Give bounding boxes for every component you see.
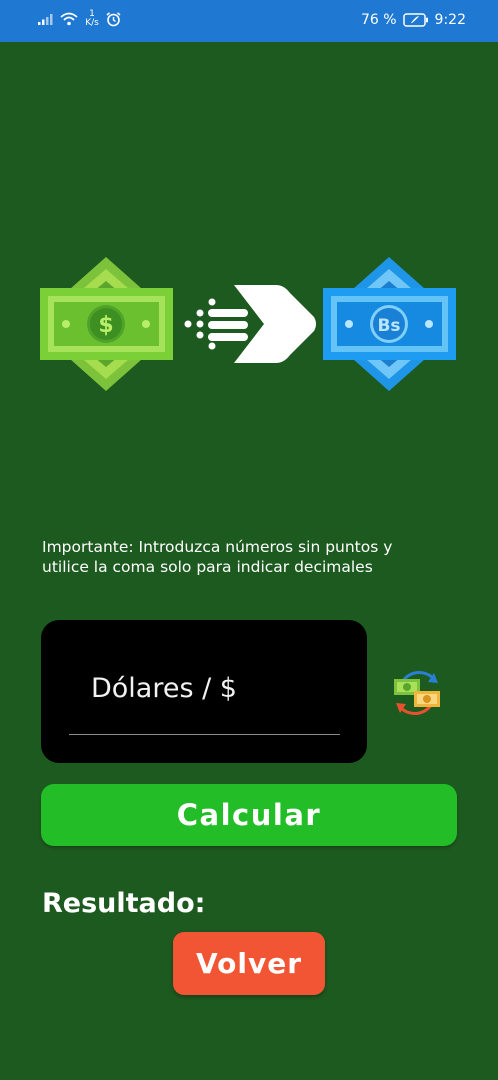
network-speed: 1 K/s xyxy=(84,10,100,28)
currency-swap-icon[interactable] xyxy=(390,665,444,719)
status-bar: 1 K/s 76 % 9:22 xyxy=(0,0,498,42)
battery-icon xyxy=(402,13,428,27)
alarm-icon xyxy=(106,11,121,26)
result-label: Resultado: xyxy=(42,888,206,919)
battery-percent: 76 % xyxy=(360,12,397,28)
calculate-button[interactable]: Calcular xyxy=(41,784,457,846)
input-instructions: Importante: Introduzca números sin punto… xyxy=(42,537,442,577)
fast-arrow-icon xyxy=(184,285,316,363)
instructions-line-2: utilice la coma solo para indicar decima… xyxy=(42,558,373,576)
wifi-icon xyxy=(60,12,78,26)
dollar-bill-icon: $ xyxy=(40,257,173,391)
input-underline xyxy=(69,734,340,735)
bolivar-symbol: Bs xyxy=(377,316,400,336)
status-right: 76 % 9:22 xyxy=(361,12,466,28)
dollar-amount-placeholder: Dólares / $ xyxy=(91,673,237,704)
back-button[interactable]: Volver xyxy=(173,932,325,995)
dollar-symbol: $ xyxy=(98,313,113,338)
signal-icon xyxy=(38,14,53,25)
conversion-illustration: $ Bs xyxy=(40,257,456,391)
bolivar-bill-icon: Bs xyxy=(323,257,456,391)
clock: 9:22 xyxy=(434,12,466,28)
dollar-amount-field[interactable]: Dólares / $ xyxy=(41,620,367,763)
network-speed-unit: K/s xyxy=(85,18,99,28)
status-left: 1 K/s xyxy=(38,10,121,28)
instructions-line-1: Importante: Introduzca números sin punto… xyxy=(42,538,393,556)
